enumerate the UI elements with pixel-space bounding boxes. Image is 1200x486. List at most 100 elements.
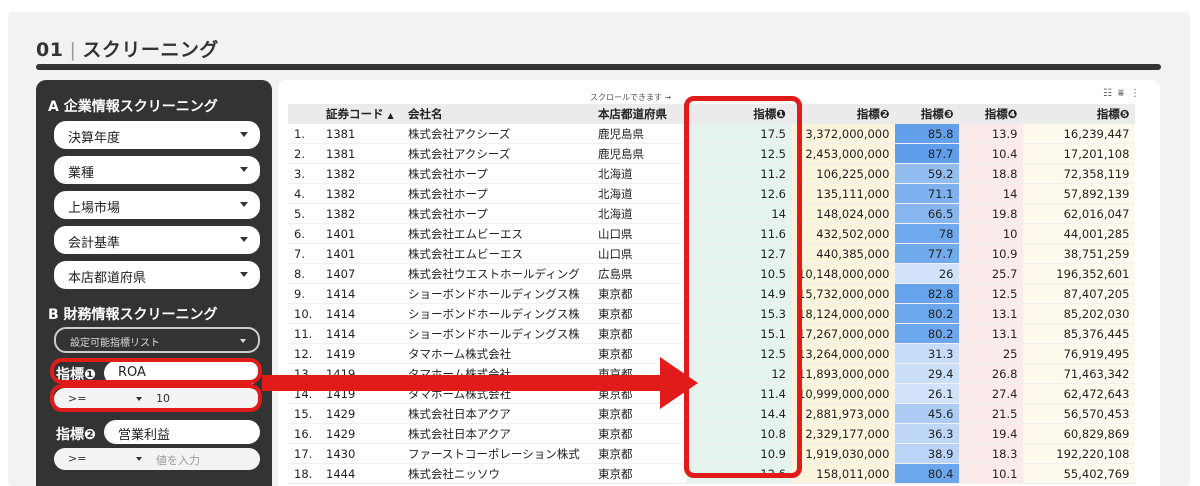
section-number: 01: [36, 39, 64, 61]
cell-pref: 東京都: [592, 303, 686, 324]
cell-i5: 57,892,139: [1023, 183, 1136, 204]
cell-i2: 106,225,000: [792, 163, 896, 184]
col-indicator3[interactable]: 指標❸: [895, 104, 960, 124]
dropdown-accounting-standard[interactable]: 会計基準: [54, 226, 260, 254]
cell-i3: 82.8: [895, 283, 960, 304]
cell-pref: 東京都: [592, 323, 686, 344]
dropdown-prefecture[interactable]: 本店都道府県: [54, 261, 260, 289]
section-a-heading: A 企業情報スクリーニング: [48, 99, 218, 115]
operator-value: >=: [68, 452, 87, 465]
dropdown-industry[interactable]: 業種: [54, 156, 260, 184]
cell-code: 1430: [320, 443, 402, 464]
cell-pref: 広島県: [592, 263, 686, 284]
col-indicator5[interactable]: 指標❺: [1023, 104, 1136, 124]
cell-name: ショーボンドホールディングス株: [402, 323, 592, 344]
cell-pref: 山口県: [592, 223, 686, 244]
cell-name: 株式会社ホープ: [402, 183, 592, 204]
cell-i2: 10,148,000,000: [792, 263, 896, 284]
more-icon[interactable]: ⋮: [1130, 88, 1146, 99]
cell-i3: 26: [895, 263, 960, 284]
cell-no: 5.: [288, 203, 320, 224]
cell-name: 株式会社日本アクア: [402, 403, 592, 424]
cell-i3: 80.2: [895, 323, 960, 344]
col-indicator4[interactable]: 指標❹: [959, 104, 1024, 124]
indicator2-label: 指標❷: [56, 427, 96, 443]
col-code[interactable]: 証券コード ▲: [320, 104, 402, 124]
cell-i3: 71.1: [895, 183, 960, 204]
cell-i5: 38,751,259: [1023, 243, 1136, 264]
cell-i4: 10.1: [959, 463, 1024, 484]
cell-i5: 44,001,285: [1023, 223, 1136, 244]
dropdown-market[interactable]: 上場市場: [54, 191, 260, 219]
col-name[interactable]: 会社名: [402, 104, 592, 124]
cell-code: 1429: [320, 403, 402, 424]
cell-i3: 66.5: [895, 203, 960, 224]
dropdown-label: 上場市場: [68, 201, 121, 216]
sort-asc-icon: ▲: [387, 111, 394, 120]
dropdown-label: 決算年度: [68, 131, 121, 146]
dropdown-fiscal-year[interactable]: 決算年度: [54, 121, 260, 149]
cell-code: 1414: [320, 303, 402, 324]
dropdown-label: 業種: [68, 166, 95, 181]
cell-i2: 13,264,000,000: [792, 343, 896, 364]
cell-no: 18.: [288, 463, 320, 484]
cell-i5: 17,201,108: [1023, 143, 1136, 164]
cell-i4: 19.8: [959, 203, 1024, 224]
dropdown-label: 本店都道府県: [68, 271, 147, 286]
cell-i2: 18,124,000,000: [792, 303, 896, 324]
cell-name: 株式会社ホープ: [402, 203, 592, 224]
indicator2-value: 営業利益: [118, 428, 171, 443]
cell-i5: 76,919,495: [1023, 343, 1136, 364]
chevron-down-icon: [240, 339, 246, 343]
cell-i5: 192,220,108: [1023, 443, 1136, 464]
cell-code: 1381: [320, 124, 402, 144]
col-prefecture[interactable]: 本店都道府県: [592, 104, 686, 124]
chevron-down-icon: [240, 167, 248, 172]
cell-i4: 19.4: [959, 423, 1024, 444]
callout-arrow-head: [660, 357, 698, 409]
cell-i2: 2,453,000,000: [792, 143, 896, 164]
chevron-down-icon: [240, 132, 248, 137]
cell-code: 1381: [320, 143, 402, 164]
cell-i5: 85,202,030: [1023, 303, 1136, 324]
cell-i5: 60,829,869: [1023, 423, 1136, 444]
condition1-highlight: [50, 384, 262, 412]
cell-code: 1401: [320, 243, 402, 264]
indicator2-condition[interactable]: >= 値を入力: [54, 448, 260, 470]
cell-i5: 85,376,445: [1023, 323, 1136, 344]
cell-i4: 21.5: [959, 403, 1024, 424]
indicator2-select[interactable]: 営業利益: [104, 420, 260, 444]
cell-code: 1429: [320, 423, 402, 444]
cell-no: 8.: [288, 263, 320, 284]
sliders-icon[interactable]: ☷: [1103, 88, 1118, 99]
filter-icon[interactable]: ⩸: [1118, 88, 1130, 99]
cell-no: 15.: [288, 403, 320, 424]
cell-i2: 3,372,000,000: [792, 124, 896, 144]
cell-i4: 13.1: [959, 303, 1024, 324]
cell-i2: 11,893,000,000: [792, 363, 896, 384]
cell-code: 1382: [320, 203, 402, 224]
cell-i2: 17,267,000,000: [792, 323, 896, 344]
cell-no: 11.: [288, 323, 320, 344]
cell-code: 1407: [320, 263, 402, 284]
cell-code: 1414: [320, 283, 402, 304]
cell-i4: 26.8: [959, 363, 1024, 384]
title-underline: [36, 64, 1161, 70]
cell-code: 1414: [320, 323, 402, 344]
cell-code: 1444: [320, 463, 402, 484]
cell-no: 4.: [288, 183, 320, 204]
cell-name: 株式会社アクシーズ: [402, 143, 592, 164]
col-indicator2[interactable]: 指標❷: [792, 104, 896, 124]
col-index: [288, 104, 320, 124]
cell-i3: 87.7: [895, 143, 960, 164]
cell-pref: 北海道: [592, 203, 686, 224]
indicator-list-dropdown[interactable]: 設定可能指標リスト: [54, 327, 260, 353]
chevron-down-icon: [240, 272, 248, 277]
cell-i3: 29.4: [895, 363, 960, 384]
cell-pref: 東京都: [592, 443, 686, 464]
cell-pref: 山口県: [592, 243, 686, 264]
cell-name: ショーボンドホールディングス株: [402, 283, 592, 304]
cell-i4: 25: [959, 343, 1024, 364]
threshold-input[interactable]: 値を入力: [156, 452, 200, 468]
indicator1-column-highlight: [684, 96, 802, 478]
